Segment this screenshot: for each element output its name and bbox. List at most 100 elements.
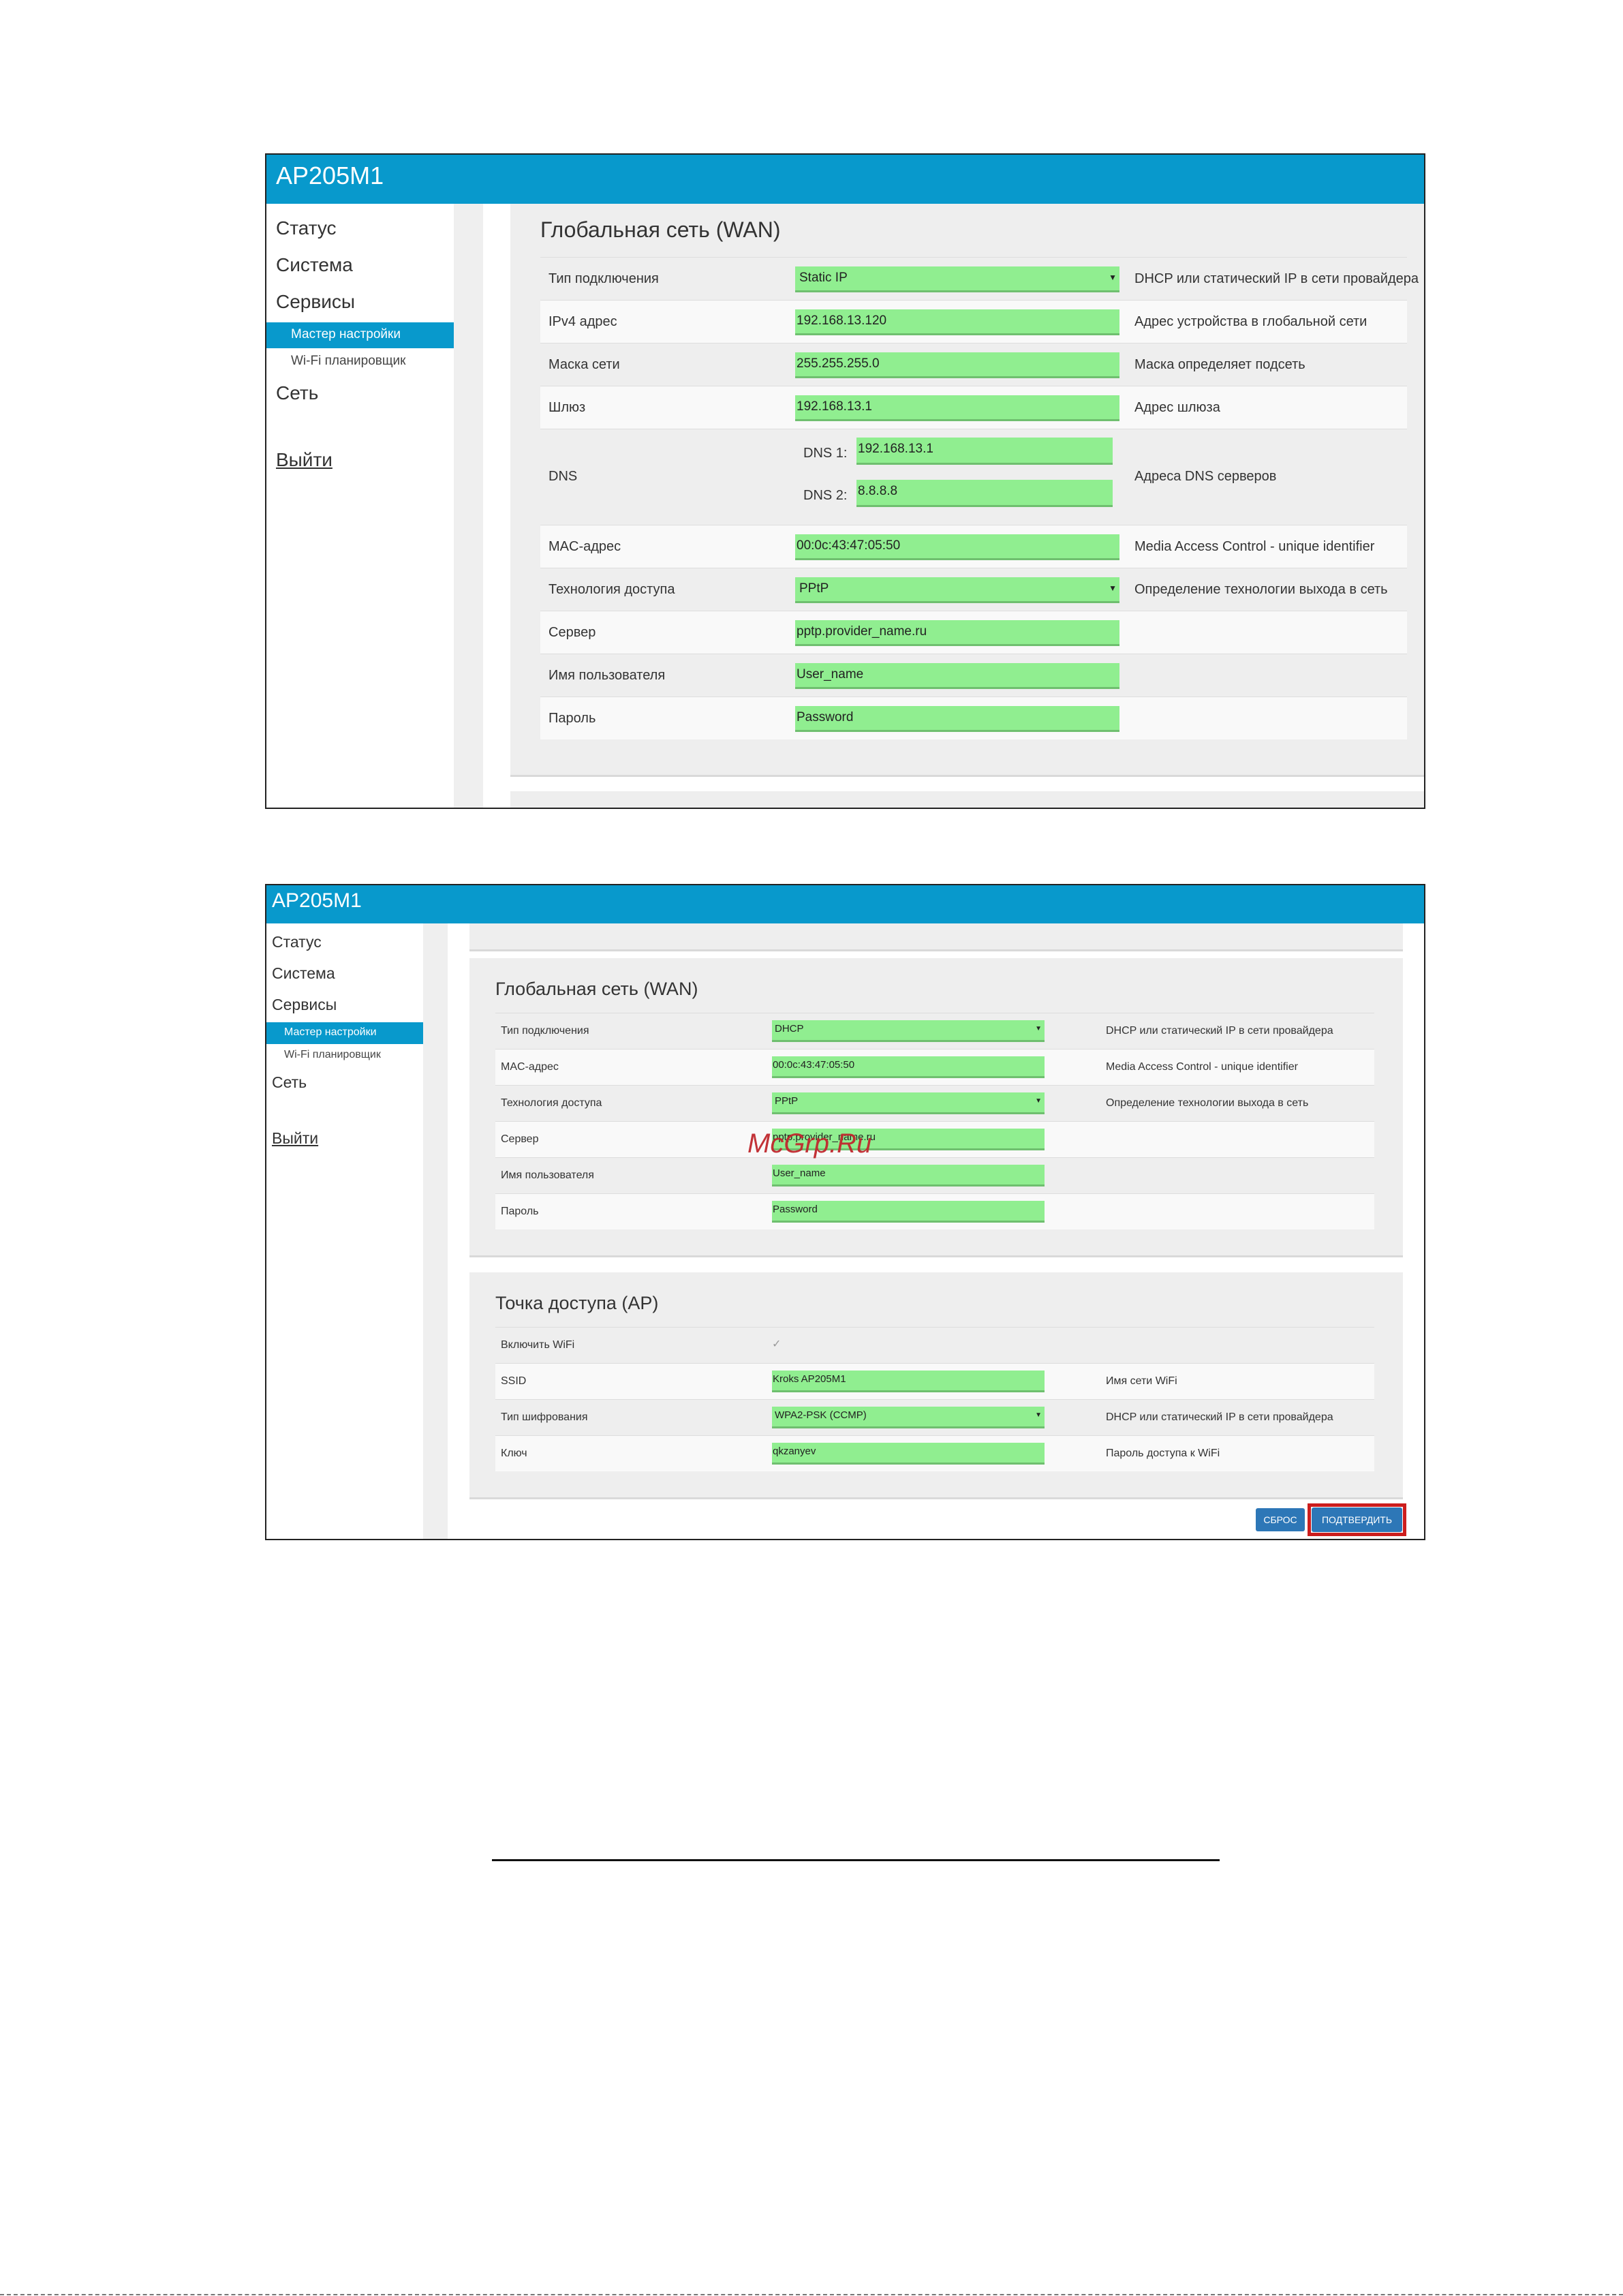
label-ssid: SSID — [501, 1375, 527, 1387]
label-password: Пароль — [501, 1206, 539, 1217]
app-title: AP205M1 — [272, 889, 362, 912]
screenshot-wan-dhcp-ap: AP205M1 Статус Система Сервисы Мастер на… — [265, 884, 1425, 1540]
label-username: Имя пользователя — [548, 668, 666, 683]
input-username[interactable]: User_name — [772, 1165, 1045, 1187]
input-mac-value: 00:0c:43:47:05:50 — [773, 1059, 855, 1071]
nav-services[interactable]: Сервисы — [276, 291, 355, 313]
input-gateway[interactable]: 192.168.13.1 — [795, 395, 1119, 421]
row-server: Сервер pptp.provider_name.ru — [540, 611, 1407, 654]
row-server: Сервер pptp.provider_name.ru — [495, 1122, 1374, 1157]
sidebar: Статус Система Сервисы Мастер настройки … — [266, 923, 423, 1539]
main-content: Глобальная сеть (WAN) Тип подключения St… — [483, 204, 1424, 808]
reset-button[interactable]: СБРОС — [1256, 1508, 1305, 1531]
input-password[interactable]: Password — [795, 706, 1119, 732]
row-mac: MAC-адрес 00:0c:43:47:05:50 Media Access… — [495, 1050, 1374, 1085]
nav-network[interactable]: Сеть — [276, 382, 318, 404]
next-panel-edge — [510, 791, 1424, 808]
nav-wifi-scheduler[interactable]: Wi-Fi планировщик — [291, 354, 405, 369]
input-mac[interactable]: 00:0c:43:47:05:50 — [772, 1056, 1045, 1078]
chevron-down-icon: ▼ — [1109, 273, 1117, 282]
chevron-down-icon: ▼ — [1035, 1411, 1042, 1419]
input-username-value: User_name — [797, 667, 864, 682]
select-conn-type[interactable]: Static IP ▼ — [795, 266, 1119, 292]
desc-mask: Маска определяет подсеть — [1134, 357, 1305, 372]
input-ipv4[interactable]: 192.168.13.120 — [795, 309, 1119, 335]
confirm-button[interactable]: ПОДТВЕРДИТЬ — [1312, 1507, 1402, 1532]
label-conn-type: Тип подключения — [501, 1025, 589, 1037]
row-dns: DNS DNS 1: 192.168.13.1 DNS 2: 8.8.8.8 А… — [540, 429, 1407, 525]
input-dns2[interactable]: 8.8.8.8 — [856, 480, 1113, 507]
nav-network[interactable]: Сеть — [272, 1073, 307, 1092]
row-conn-type: Тип подключения Static IP ▼ DHCP или ста… — [540, 258, 1419, 300]
sidebar-gutter — [423, 923, 448, 1539]
row-mac: MAC-адрес 00:0c:43:47:05:50 Media Access… — [540, 525, 1407, 568]
row-access-tech: Технология доступа PPtP ▼ Определение те… — [495, 1086, 1374, 1121]
desc-mac: Media Access Control - unique identifier — [1134, 539, 1375, 554]
nav-wizard[interactable]: Мастер настройки — [266, 1022, 423, 1044]
label-mac: MAC-адрес — [501, 1061, 559, 1073]
app-header: AP205M1 — [266, 885, 1424, 923]
input-password-value: Password — [797, 710, 854, 724]
label-dns: DNS — [548, 469, 578, 484]
nav-status[interactable]: Статус — [276, 217, 337, 239]
select-conn-type-value: DHCP — [775, 1023, 804, 1035]
input-key[interactable]: qkzanyev — [772, 1443, 1045, 1465]
main-content: Глобальная сеть (WAN) Тип подключения DH… — [448, 923, 1424, 1539]
row-password: Пароль Password — [540, 697, 1407, 739]
label-key: Ключ — [501, 1448, 527, 1459]
input-dns1[interactable]: 192.168.13.1 — [856, 438, 1113, 465]
page-bottom-edge — [0, 2294, 1623, 2295]
input-password[interactable]: Password — [772, 1201, 1045, 1223]
ap-panel: Точка доступа (AP) Включить WiFi ✓ SSID … — [469, 1272, 1403, 1499]
row-username: Имя пользователя User_name — [495, 1158, 1374, 1193]
ap-section-title: Точка доступа (AP) — [495, 1293, 659, 1313]
label-ipv4: IPv4 адрес — [548, 314, 617, 329]
chevron-down-icon: ▼ — [1109, 583, 1117, 593]
input-password-value: Password — [773, 1204, 818, 1215]
select-conn-type[interactable]: DHCP ▼ — [772, 1020, 1045, 1042]
row-access-tech: Технология доступа PPtP ▼ Определение те… — [540, 568, 1407, 611]
nav-services[interactable]: Сервисы — [272, 996, 337, 1014]
input-ssid-value: Kroks AP205M1 — [773, 1373, 846, 1385]
select-access-tech[interactable]: PPtP ▼ — [795, 577, 1119, 603]
input-mask[interactable]: 255.255.255.0 — [795, 352, 1119, 378]
input-dns2-value: 8.8.8.8 — [858, 484, 898, 498]
desc-conn-type: DHCP или статический IP в сети провайдер… — [1134, 271, 1419, 286]
logout-link[interactable]: Выйти — [276, 449, 333, 471]
label-mac: MAC-адрес — [548, 539, 621, 554]
input-ssid[interactable]: Kroks AP205M1 — [772, 1371, 1045, 1392]
input-mac[interactable]: 00:0c:43:47:05:50 — [795, 534, 1119, 560]
label-conn-type: Тип подключения — [548, 271, 659, 286]
select-conn-type-value: Static IP — [799, 271, 848, 285]
input-username[interactable]: User_name — [795, 663, 1119, 689]
row-mask: Маска сети 255.255.255.0 Маска определяе… — [540, 343, 1407, 386]
input-dns1-value: 192.168.13.1 — [858, 442, 933, 456]
chevron-down-icon: ▼ — [1035, 1025, 1042, 1032]
nav-status[interactable]: Статус — [272, 933, 322, 951]
wan-section-title: Глобальная сеть (WAN) — [540, 217, 781, 242]
label-gateway: Шлюз — [548, 400, 586, 415]
watermark: McGrp.Ru — [747, 1129, 872, 1159]
desc-conn-type: DHCP или статический IP в сети провайдер… — [1106, 1025, 1333, 1037]
nav-system[interactable]: Система — [272, 964, 335, 983]
input-server[interactable]: pptp.provider_name.ru — [795, 620, 1119, 646]
select-encryption[interactable]: WPA2-PSK (CCMP) ▼ — [772, 1407, 1045, 1428]
label-access-tech: Технология доступа — [548, 582, 675, 597]
select-access-tech-value: PPtP — [775, 1095, 799, 1107]
nav-wifi-scheduler[interactable]: Wi-Fi планировщик — [284, 1049, 381, 1061]
nav-system[interactable]: Система — [276, 254, 353, 276]
row-encryption: Тип шифрования WPA2-PSK (CCMP) ▼ DHCP ил… — [495, 1400, 1374, 1435]
desc-gateway: Адрес шлюза — [1134, 400, 1220, 415]
nav-wizard[interactable]: Мастер настройки — [266, 322, 454, 348]
screenshot-wan-static: AP205M1 Статус Система Сервисы Мастер на… — [265, 153, 1425, 809]
label-enable-wifi: Включить WiFi — [501, 1339, 575, 1351]
desc-mac: Media Access Control - unique identifier — [1106, 1061, 1298, 1073]
row-gateway: Шлюз 192.168.13.1 Адрес шлюза — [540, 386, 1407, 429]
row-ssid: SSID Kroks AP205M1 Имя сети WiFi — [495, 1364, 1374, 1399]
row-password: Пароль Password — [495, 1194, 1374, 1229]
enable-wifi-checkbox[interactable]: ✓ — [772, 1337, 781, 1351]
desc-access-tech: Определение технологии выхода в сеть — [1106, 1097, 1309, 1109]
select-access-tech[interactable]: PPtP ▼ — [772, 1092, 1045, 1114]
label-dns2: DNS 2: — [803, 488, 848, 503]
logout-link[interactable]: Выйти — [272, 1129, 318, 1148]
